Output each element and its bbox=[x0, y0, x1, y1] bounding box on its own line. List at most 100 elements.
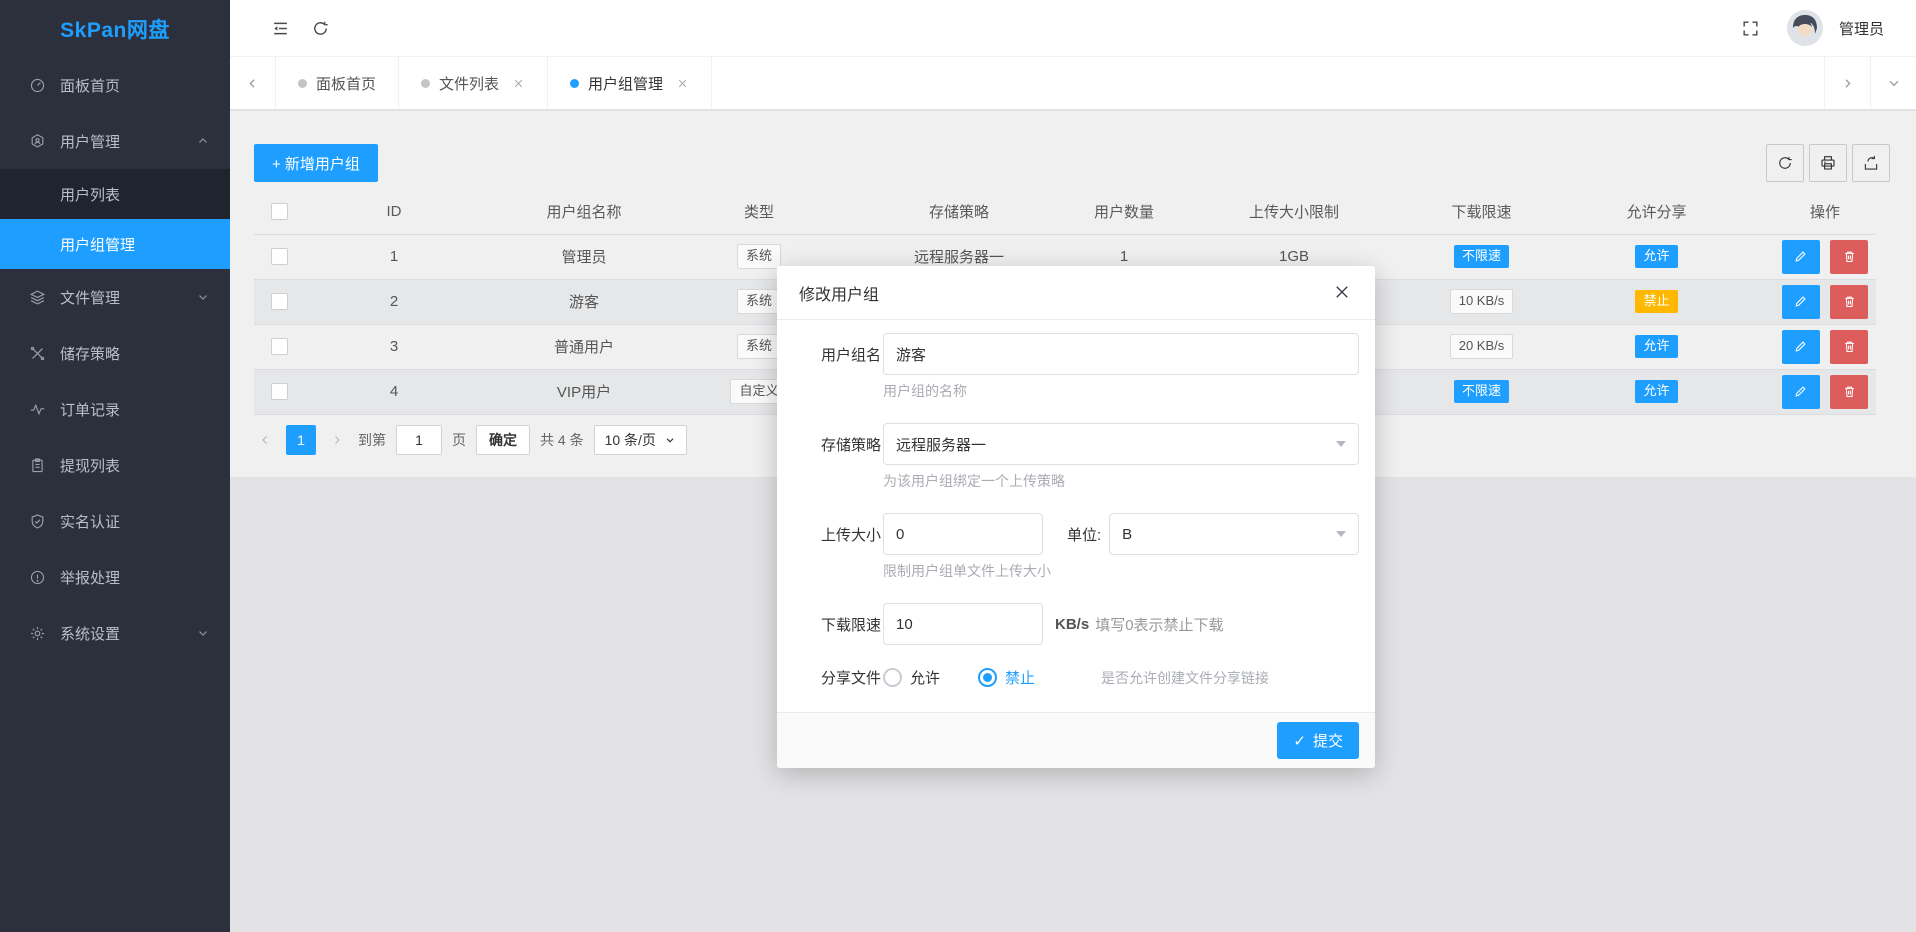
tabs-dropdown-icon[interactable] bbox=[1870, 57, 1916, 109]
group-name-hint: 用户组的名称 bbox=[883, 381, 1359, 401]
avatar[interactable] bbox=[1787, 10, 1823, 46]
sidebar-item-storage-policy[interactable]: 储存策略 bbox=[0, 325, 230, 381]
upload-size-hint: 限制用户组单文件上传大小 bbox=[883, 561, 1359, 581]
download-badge: 不限速 bbox=[1454, 380, 1509, 403]
sidebar-subitem-label: 用户列表 bbox=[60, 184, 120, 205]
radio-icon bbox=[883, 668, 902, 687]
delete-button[interactable] bbox=[1830, 240, 1868, 274]
sidebar-submenu-user-management: 用户列表 用户组管理 bbox=[0, 169, 230, 269]
tab-dashboard[interactable]: 面板首页 bbox=[276, 57, 399, 109]
tools-icon bbox=[28, 344, 46, 362]
edit-button[interactable] bbox=[1782, 240, 1820, 274]
layers-icon bbox=[28, 288, 46, 306]
modal-header: 修改用户组 bbox=[777, 266, 1375, 320]
share-deny-radio[interactable]: 禁止 bbox=[978, 667, 1035, 688]
admin-name[interactable]: 管理员 bbox=[1839, 18, 1884, 39]
confirm-page-button[interactable]: 确定 bbox=[476, 425, 530, 455]
edit-button[interactable] bbox=[1782, 375, 1820, 409]
sidebar-item-dashboard[interactable]: 面板首页 bbox=[0, 57, 230, 113]
cell-name: VIP用户 bbox=[484, 369, 684, 414]
sidebar-item-label: 系统设置 bbox=[60, 623, 196, 644]
column-header-actions: 操作 bbox=[1774, 189, 1876, 234]
share-badge: 允许 bbox=[1635, 380, 1677, 403]
print-button[interactable] bbox=[1809, 144, 1847, 182]
download-limit-field-group: 下载限速 KB/s 填写0表示禁止下载 bbox=[821, 603, 1359, 645]
fullscreen-icon[interactable] bbox=[1731, 8, 1771, 48]
row-checkbox[interactable] bbox=[271, 293, 288, 310]
sidebar-item-order-records[interactable]: 订单记录 bbox=[0, 381, 230, 437]
sidebar-item-file-management[interactable]: 文件管理 bbox=[0, 269, 230, 325]
download-badge: 不限速 bbox=[1454, 245, 1509, 268]
tabs-scroll-right[interactable] bbox=[1824, 57, 1870, 109]
download-badge: 10 KB/s bbox=[1450, 289, 1514, 314]
table-toolbar: + 新增用户组 bbox=[230, 111, 1916, 182]
page-size-value: 10 条/页 bbox=[605, 430, 656, 450]
upload-size-input[interactable] bbox=[883, 513, 1043, 555]
tab-label: 面板首页 bbox=[316, 73, 376, 94]
page-jump-input[interactable] bbox=[396, 425, 442, 455]
sidebar-item-label: 实名认证 bbox=[60, 511, 210, 532]
submit-button[interactable]: ✓ 提交 bbox=[1277, 722, 1359, 759]
row-checkbox[interactable] bbox=[271, 248, 288, 265]
collapse-sidebar-icon[interactable] bbox=[260, 8, 300, 48]
edit-button[interactable] bbox=[1782, 285, 1820, 319]
storage-policy-select[interactable]: 远程服务器一 bbox=[883, 423, 1359, 465]
delete-button[interactable] bbox=[1830, 285, 1868, 319]
download-limit-input[interactable] bbox=[883, 603, 1043, 645]
sidebar-item-user-group-management[interactable]: 用户组管理 bbox=[0, 219, 230, 269]
edit-button[interactable] bbox=[1782, 330, 1820, 364]
next-page-icon[interactable] bbox=[326, 425, 348, 455]
page-number-button[interactable]: 1 bbox=[286, 425, 316, 455]
cell-id: 3 bbox=[304, 324, 484, 369]
tab-status-dot bbox=[570, 79, 579, 88]
refresh-icon[interactable] bbox=[300, 8, 340, 48]
table-refresh-button[interactable] bbox=[1766, 144, 1804, 182]
sidebar-item-user-list[interactable]: 用户列表 bbox=[0, 169, 230, 219]
sidebar-item-report-handling[interactable]: 举报处理 bbox=[0, 549, 230, 605]
sidebar-item-label: 文件管理 bbox=[60, 287, 196, 308]
column-header-share: 允许分享 bbox=[1539, 189, 1774, 234]
storage-policy-value: 远程服务器一 bbox=[896, 434, 986, 455]
add-user-group-button[interactable]: + 新增用户组 bbox=[254, 144, 378, 182]
tab-close-icon[interactable] bbox=[512, 77, 525, 90]
topbar-right: 管理员 bbox=[1731, 8, 1898, 48]
prev-page-icon[interactable] bbox=[254, 425, 276, 455]
app-root: SkPan网盘 面板首页 用户管理 用户列表 用户组管理 bbox=[0, 0, 1916, 932]
submit-label: 提交 bbox=[1313, 730, 1343, 751]
sidebar-item-user-management[interactable]: 用户管理 bbox=[0, 113, 230, 169]
delete-button[interactable] bbox=[1830, 330, 1868, 364]
sidebar-item-withdraw-list[interactable]: 提现列表 bbox=[0, 437, 230, 493]
tab-user-group-management[interactable]: 用户组管理 bbox=[548, 57, 712, 109]
type-badge: 系统 bbox=[737, 334, 781, 359]
close-icon[interactable] bbox=[1333, 283, 1353, 303]
clipboard-icon bbox=[28, 456, 46, 474]
radio-icon bbox=[978, 668, 997, 687]
cell-id: 4 bbox=[304, 369, 484, 414]
row-checkbox[interactable] bbox=[271, 338, 288, 355]
share-badge: 允许 bbox=[1635, 245, 1677, 268]
tab-close-icon[interactable] bbox=[676, 77, 689, 90]
unit-value: B bbox=[1122, 526, 1132, 543]
row-checkbox[interactable] bbox=[271, 383, 288, 400]
unit-select[interactable]: B bbox=[1109, 513, 1359, 555]
export-button[interactable] bbox=[1852, 144, 1890, 182]
caret-down-icon bbox=[1336, 531, 1346, 537]
column-header-count: 用户数量 bbox=[1084, 189, 1164, 234]
gear-icon bbox=[28, 624, 46, 642]
unit-label: 单位: bbox=[1067, 524, 1101, 545]
tabs: 面板首页 文件列表 用户组管理 bbox=[276, 57, 1824, 109]
sidebar-item-realname-verify[interactable]: 实名认证 bbox=[0, 493, 230, 549]
column-header-upload-limit: 上传大小限制 bbox=[1164, 189, 1424, 234]
delete-button[interactable] bbox=[1830, 375, 1868, 409]
select-all-checkbox[interactable] bbox=[271, 203, 288, 220]
sidebar-item-system-settings[interactable]: 系统设置 bbox=[0, 605, 230, 661]
tab-file-list[interactable]: 文件列表 bbox=[399, 57, 548, 109]
dashboard-icon bbox=[28, 76, 46, 94]
group-name-input[interactable] bbox=[883, 333, 1359, 375]
modal-footer: ✓ 提交 bbox=[777, 712, 1375, 768]
share-allow-radio[interactable]: 允许 bbox=[883, 667, 940, 688]
page-size-select[interactable]: 10 条/页 bbox=[594, 425, 687, 455]
chevron-down-icon bbox=[196, 626, 210, 640]
share-allow-label: 允许 bbox=[910, 667, 940, 688]
tabs-scroll-left[interactable] bbox=[230, 57, 276, 109]
